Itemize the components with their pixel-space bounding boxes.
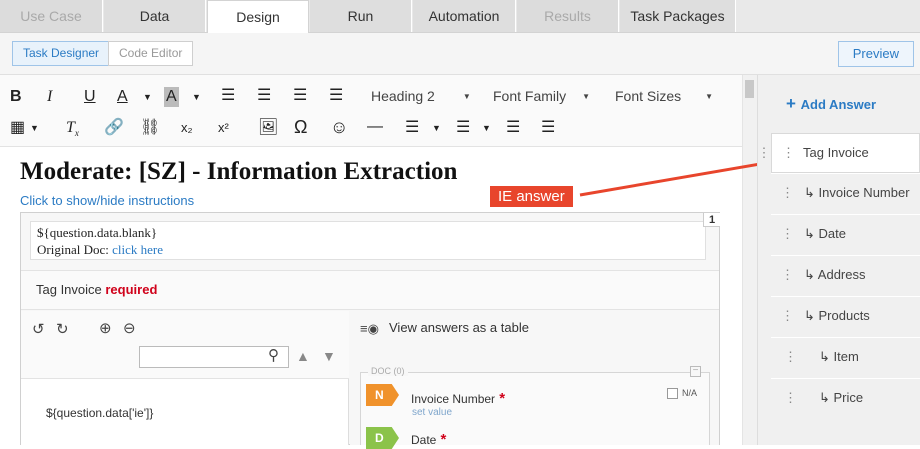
drag-handle-icon[interactable]: ⋮ <box>781 174 794 212</box>
answer-label: ↳ Item <box>819 349 859 364</box>
panel-resize-handle-icon[interactable]: ⋮ <box>757 145 771 165</box>
answer-label: ↳ Price <box>819 390 864 405</box>
answer-item-products[interactable]: ⋮ ↳ Products <box>771 296 920 336</box>
drag-handle-icon[interactable]: ⋮ <box>784 338 797 376</box>
answer-item-price[interactable]: ⋮ ↳ Price <box>771 378 920 418</box>
drag-handle-icon[interactable]: ⋮ <box>784 379 797 417</box>
answer-item-invoice-number[interactable]: ⋮ ↳ Invoice Number <box>771 173 920 213</box>
answer-label: ↳ Invoice Number <box>804 185 910 200</box>
answer-label: ↳ Address <box>804 267 866 282</box>
plus-icon: + <box>786 94 801 113</box>
answer-label: ↳ Date <box>804 226 846 241</box>
drag-handle-icon[interactable]: ⋮ <box>781 215 794 253</box>
answer-label: Tag Invoice <box>803 145 869 160</box>
annotation-label: IE answer <box>490 186 573 207</box>
answer-item-tag-invoice[interactable]: ⋮ Tag Invoice <box>771 133 920 173</box>
answer-item-item[interactable]: ⋮ ↳ Item <box>771 337 920 377</box>
drag-handle-icon[interactable]: ⋮ <box>782 134 795 172</box>
drag-handle-icon[interactable]: ⋮ <box>781 256 794 294</box>
answer-label: ↳ Products <box>804 308 870 323</box>
drag-handle-icon[interactable]: ⋮ <box>781 297 794 335</box>
answer-item-address[interactable]: ⋮ ↳ Address <box>771 255 920 295</box>
add-answer-label: Add Answer <box>800 97 877 112</box>
add-answer-button[interactable]: + Add Answer <box>786 94 876 114</box>
answer-item-date[interactable]: ⋮ ↳ Date <box>771 214 920 254</box>
